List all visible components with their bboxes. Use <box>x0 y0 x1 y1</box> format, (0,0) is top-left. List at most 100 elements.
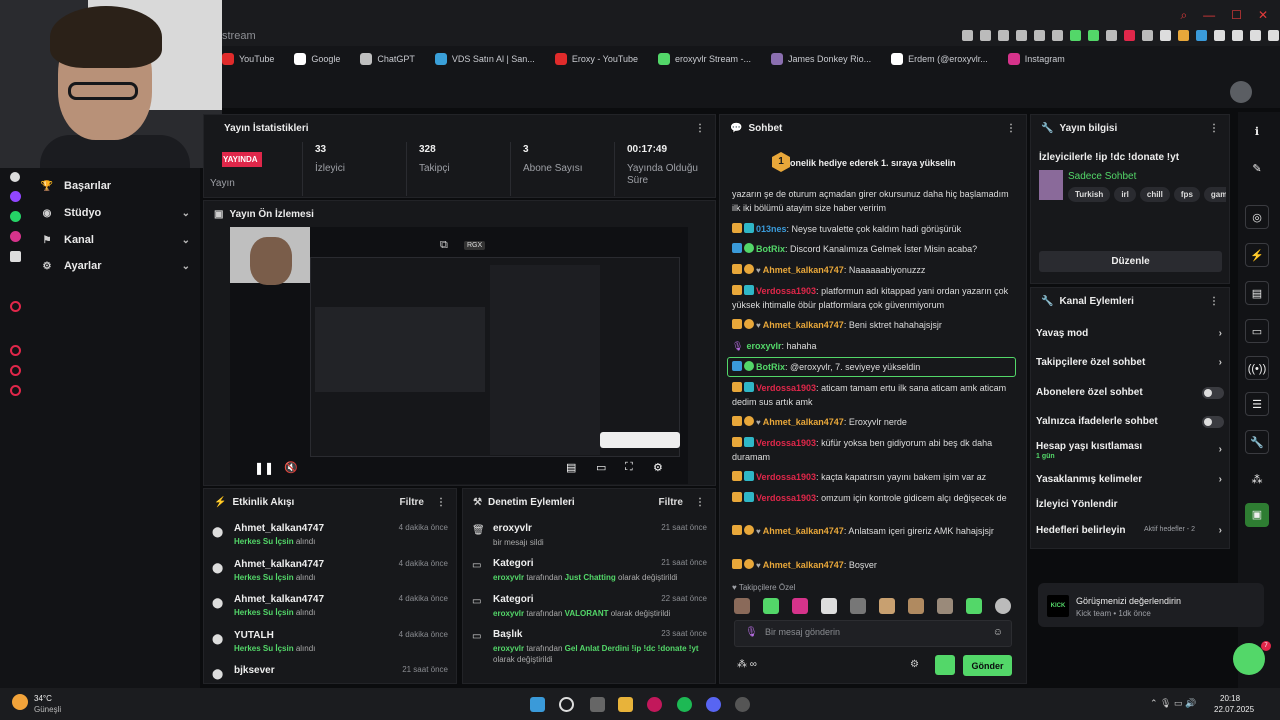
pinned-banner[interactable]: 1 abonelik hediye ederek 1. sıraya yükse… <box>720 145 1026 181</box>
pip-icon[interactable]: ⧉ <box>440 239 448 252</box>
chat-message[interactable]: Verdossa1903: aticam tamam ertu ilk sana… <box>732 381 1014 409</box>
edit-button[interactable]: Düzenle <box>1039 251 1222 272</box>
chat-message[interactable]: ♥ Ahmet_kalkan4747: Eroxyvlr nerde <box>732 415 1014 430</box>
extension-icon[interactable] <box>1214 30 1225 41</box>
category-name[interactable]: Sadece Sohbet <box>1068 171 1136 182</box>
lightning-icon[interactable]: ⚡ <box>1245 243 1269 267</box>
chat-settings-icon[interactable]: ⚙ <box>910 659 919 670</box>
more-icon[interactable]: ⋮ <box>1006 123 1016 134</box>
extension-icon[interactable] <box>1160 30 1171 41</box>
channel-action-item[interactable]: Abonelere özel sohbet <box>1036 387 1224 407</box>
more-icon[interactable]: ⋮ <box>695 123 705 134</box>
spotify-icon[interactable] <box>677 697 692 712</box>
bookmark-item[interactable]: VDS Satın Al | San... <box>434 53 535 65</box>
emote-icon[interactable] <box>821 598 837 614</box>
bookmark-item[interactable]: Eroxy - YouTube <box>554 53 638 65</box>
nav-item-channel[interactable]: ⚑ Kanal ⌄ <box>40 234 190 246</box>
pencil-icon[interactable]: ✎ <box>1245 157 1269 181</box>
points-icon[interactable]: ⁂ ∞ <box>737 659 757 670</box>
send-button[interactable]: Gönder <box>963 655 1012 676</box>
support-chat-button[interactable] <box>1233 643 1265 675</box>
more-icon[interactable]: ⋮ <box>1209 123 1219 134</box>
tag-chip[interactable]: Turkish <box>1068 187 1111 202</box>
discord-icon[interactable] <box>706 697 721 712</box>
channel-action-item[interactable]: Yalnızca ifadelerle sohbet <box>1036 416 1224 436</box>
kick-icon[interactable] <box>10 172 20 182</box>
chat-username[interactable]: BotRix <box>756 244 785 254</box>
extension-icon[interactable] <box>1016 30 1027 41</box>
channel-action-item[interactable]: Yavaş mod › <box>1036 328 1224 348</box>
emote-icon[interactable] <box>879 598 895 614</box>
search-icon[interactable] <box>559 697 574 712</box>
nav-item-achievements[interactable]: 🏆 Başarılar <box>40 180 190 192</box>
moderation-item[interactable]: ▭ Kategori 21 saat önce eroxyvlr tarafından… <box>472 558 707 590</box>
chat-username[interactable]: Verdossa1903 <box>756 472 816 482</box>
chat-message[interactable]: Verdossa1903: omzum için kontrole gidice… <box>732 491 1014 505</box>
channel-action-item[interactable]: İzleyici Yönlendir <box>1036 499 1224 519</box>
extension-icon[interactable] <box>1250 30 1261 41</box>
emote-icon[interactable] <box>937 598 953 614</box>
chat-message[interactable]: Verdossa1903: küfür yoksa ben gidiyorum … <box>732 436 1014 464</box>
chat-username[interactable]: Verdossa1903 <box>756 383 816 393</box>
extension-icon[interactable] <box>1052 30 1063 41</box>
chat-username[interactable]: Ahmet_kalkan4747 <box>763 417 844 427</box>
tag-chip[interactable]: fps <box>1173 187 1200 202</box>
activity-item[interactable]: ⬤ YUTALH 4 dakika önce Herkes Su İçsin alın… <box>212 630 452 660</box>
bookmark-item[interactable]: Google <box>294 53 340 65</box>
minimize-icon[interactable]: — <box>1203 8 1215 23</box>
nav-item-studio[interactable]: ◉ Stüdyo ⌄ <box>40 207 190 219</box>
stream-preview[interactable]: ⧉ RGX ❚❚ 🔇 ▤ ▭ ⛶ ⚙ <box>230 227 688 484</box>
chat-message[interactable]: BotRix: Discord Kanalımıza Gelmek İster … <box>732 242 1014 256</box>
activity-filter-button[interactable]: Filtre <box>400 497 424 508</box>
search-icon[interactable]: ⌕ <box>1180 8 1187 23</box>
chat-message[interactable]: ♥ Ahmet_kalkan4747: Beni sktret hahahajsj… <box>732 318 1014 333</box>
chat-message[interactable]: Verdossa1903: platformun adı kitappad ya… <box>732 284 1014 312</box>
toggle-switch[interactable] <box>1202 416 1224 428</box>
camera-icon[interactable]: ◎ <box>1245 205 1269 229</box>
chat-message[interactable]: ♥ Ahmet_kalkan4747: Anlatsam içeri gireri… <box>732 524 1014 539</box>
weather-icon[interactable] <box>12 694 28 710</box>
extension-icon[interactable] <box>998 30 1009 41</box>
start-icon[interactable] <box>530 697 545 712</box>
settings-icon[interactable]: ⚙ <box>653 461 663 474</box>
chat-message[interactable]: ♥ Ahmet_kalkan4747: Naaaaaabiyonuzzz <box>732 263 1014 278</box>
x-icon[interactable] <box>9 251 21 262</box>
instagram-icon[interactable] <box>9 231 21 242</box>
emote-icon[interactable] <box>763 598 779 614</box>
chat-icon[interactable]: ▭ <box>1245 319 1269 343</box>
info-icon[interactable]: ℹ <box>1245 120 1269 144</box>
emote-icon[interactable] <box>966 598 982 614</box>
record-icon[interactable] <box>9 301 21 312</box>
app-icon[interactable]: ▣ <box>1245 503 1269 527</box>
maximize-icon[interactable]: ☐ <box>1231 8 1242 23</box>
chat-username[interactable]: Ahmet_kalkan4747 <box>763 560 844 570</box>
bookmark-item[interactable]: James Donkey Rio... <box>771 53 871 65</box>
chat-username[interactable]: Verdossa1903 <box>756 438 816 448</box>
tag-chip[interactable]: gamin <box>1203 187 1226 202</box>
extension-icon[interactable] <box>1178 30 1189 41</box>
extension-icon[interactable] <box>1232 30 1243 41</box>
chat-username[interactable]: 013nes <box>756 224 787 234</box>
emote-icon[interactable] <box>995 598 1011 614</box>
pause-icon[interactable]: ❚❚ <box>254 461 274 475</box>
chat-message[interactable]: 013nes: Neyse tuvalette çok kaldım hadi … <box>732 222 1014 236</box>
layout-icon[interactable]: ☰ <box>1245 392 1269 416</box>
emote-icon[interactable] <box>908 598 924 614</box>
moderation-item[interactable]: 🗑 eroxyvlr 21 saat önce bir mesajı sildi <box>472 523 707 555</box>
emote-icon[interactable] <box>850 598 866 614</box>
link-icon[interactable]: ⁂ <box>1245 468 1269 492</box>
broadcast-icon[interactable]: ((•)) <box>1245 356 1269 380</box>
channel-action-item[interactable]: Hesap yaşı kısıtlaması › 1 gün <box>1036 441 1224 461</box>
chat-username[interactable]: Verdossa1903 <box>756 286 816 296</box>
emote-icon[interactable] <box>734 598 750 614</box>
chat-message[interactable]: ♥ Ahmet_kalkan4747: Boşver <box>732 558 1014 573</box>
extension-icon[interactable] <box>1196 30 1207 41</box>
bookmark-item[interactable]: YouTube <box>222 53 274 65</box>
whatsapp-icon[interactable] <box>9 211 21 222</box>
activity-item[interactable]: ⬤ Ahmet_kalkan4747 4 dakika önce Herkes Su … <box>212 594 452 624</box>
emoji-icon[interactable]: ☺ <box>993 627 1003 638</box>
extension-icon[interactable] <box>962 30 973 41</box>
tag-chip[interactable]: chill <box>1139 187 1170 202</box>
clock-icon[interactable] <box>9 345 21 356</box>
bookmark-item[interactable]: Erdem (@eroxyvlr... <box>891 53 988 65</box>
